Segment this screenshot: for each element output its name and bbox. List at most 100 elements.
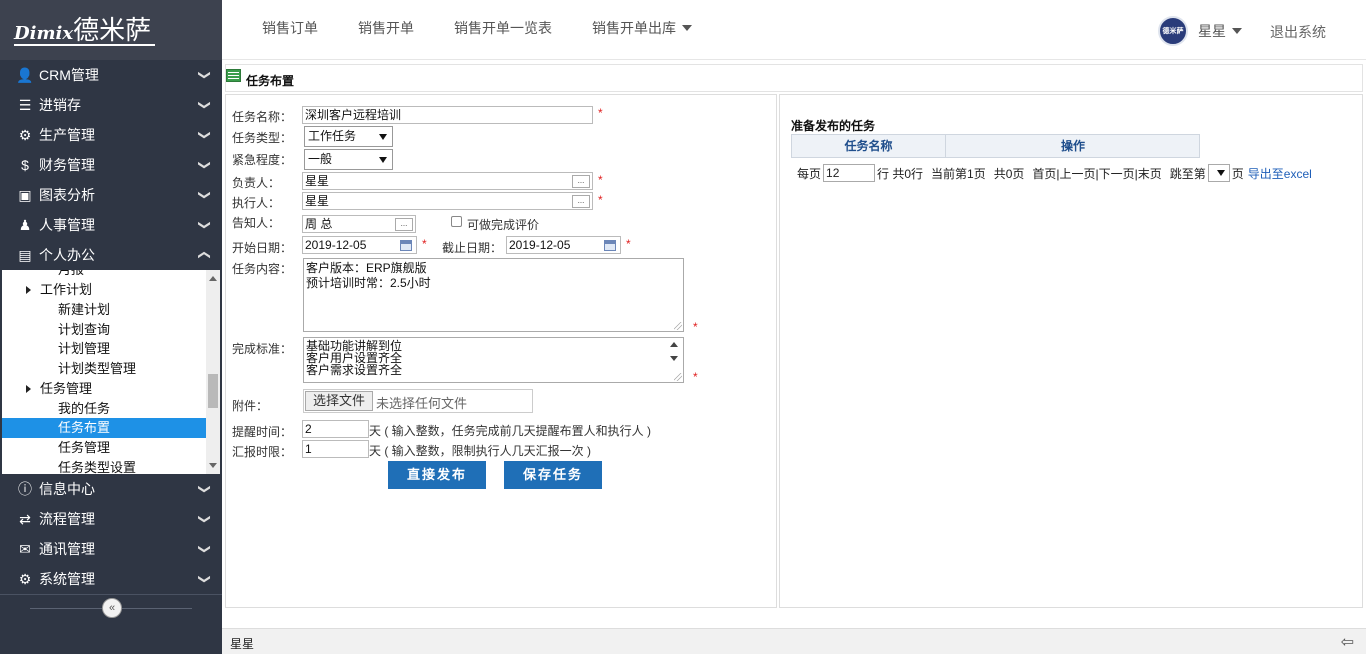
submenu-group-task-manage[interactable]: 任务管理: [2, 379, 206, 399]
caret-right-icon: [26, 286, 31, 294]
remind-label: 提醒时间：: [232, 425, 293, 439]
comments-icon: ✉: [19, 541, 31, 557]
per-page-label: 每页: [797, 166, 822, 181]
exchange-icon: ⇄: [19, 511, 31, 527]
page-title: 任务布置: [246, 74, 295, 88]
submenu-item-new-plan[interactable]: 新建计划: [2, 300, 206, 320]
avatar: 德米萨: [1158, 16, 1188, 46]
notify-input[interactable]: 周 总...: [302, 215, 416, 233]
calendar-icon[interactable]: [604, 240, 616, 251]
choose-file-button[interactable]: 选择文件: [305, 391, 374, 411]
resize-grip-icon[interactable]: [674, 373, 682, 381]
sidebar-item-workflow[interactable]: ⇄ 流程管理 ❯: [0, 504, 222, 534]
submenu-item-monthly[interactable]: 月报: [2, 270, 206, 280]
collapse-sidebar-button[interactable]: «: [102, 598, 122, 618]
picture-icon: ▣: [18, 187, 32, 203]
remind-input[interactable]: 2: [302, 420, 369, 438]
sidebar-item-finance[interactable]: $ 财务管理 ❯: [0, 150, 222, 180]
nav-sales-invoice[interactable]: 销售开单: [338, 0, 434, 58]
sidebar-item-system[interactable]: ⚙ 系统管理 ❯: [0, 564, 222, 594]
submenu-panel: 月报 工作计划 新建计划 计划查询 计划管理 计划类型管理 任务管理 我的任务 …: [2, 270, 220, 474]
sidebar-item-inventory[interactable]: ☰ 进销存 ❯: [0, 90, 222, 120]
save-task-button[interactable]: 保存任务: [504, 461, 602, 489]
task-type-select[interactable]: 工作任务: [304, 126, 393, 147]
submenu-item-plan-type[interactable]: 计划类型管理: [2, 359, 206, 379]
sidebar-item-charts[interactable]: ▣ 图表分析 ❯: [0, 180, 222, 210]
col-task-name[interactable]: 任务名称: [792, 135, 946, 157]
content-textarea[interactable]: 客户版本：ERP旗舰版 预计培训时常：2.5小时: [303, 258, 684, 332]
submenu-item-my-tasks[interactable]: 我的任务: [2, 399, 206, 419]
dollar-icon: $: [21, 157, 29, 173]
standard-textarea[interactable]: 基础功能讲解到位 客户用户设置齐全 客户需求设置齐全: [303, 337, 684, 383]
end-date-input[interactable]: 2019-12-05: [506, 236, 621, 254]
sidebar-collapse-bar: «: [0, 594, 222, 622]
required-mark: *: [693, 320, 698, 334]
current-page-text: 当前第1页: [931, 166, 986, 181]
urgency-select[interactable]: 一般: [304, 149, 393, 170]
dropdown-arrow-icon: [379, 134, 387, 140]
file-input[interactable]: 选择文件 未选择任何文件: [303, 389, 533, 413]
report-label: 汇报时限：: [232, 445, 293, 459]
user-menu[interactable]: 德米萨 星星: [1158, 16, 1242, 46]
scroll-up-icon[interactable]: [670, 342, 678, 347]
submenu-scrollbar[interactable]: [206, 270, 220, 474]
owner-label: 负责人：: [232, 176, 281, 190]
executor-label: 执行人：: [232, 196, 281, 210]
chevrons-up-icon: ❮: [197, 249, 212, 261]
urgency-label: 紧急程度：: [232, 153, 293, 167]
nav-sales-outbound[interactable]: 销售开单出库: [572, 0, 712, 58]
picker-button[interactable]: ...: [572, 195, 590, 208]
sidebar-item-production[interactable]: ⚙ 生产管理 ❯: [0, 120, 222, 150]
export-excel-link[interactable]: 导出至excel: [1248, 165, 1312, 182]
publish-button[interactable]: 直接发布: [388, 461, 486, 489]
users-icon: ♟: [18, 217, 32, 233]
nav-sales-order[interactable]: 销售订单: [222, 0, 338, 58]
scroll-down-icon[interactable]: [670, 356, 678, 361]
submenu-item-plan-manage[interactable]: 计划管理: [2, 339, 206, 359]
required-mark: *: [626, 237, 631, 251]
required-mark: *: [598, 106, 603, 120]
jump-label: 跳至第: [1169, 166, 1206, 181]
logo-cn: 德米萨: [73, 16, 152, 46]
chevrons-down-icon: ❯: [197, 69, 212, 81]
scroll-thumb[interactable]: [208, 374, 218, 408]
submenu-item-task-manage[interactable]: 任务管理: [2, 438, 206, 458]
chevrons-down-icon: ❯: [197, 483, 212, 495]
logout-link[interactable]: 退出系统: [1270, 22, 1326, 42]
pending-table-header: 任务名称 操作: [791, 134, 1200, 158]
calendar-icon[interactable]: [400, 240, 412, 251]
sidebar-item-hr[interactable]: ♟ 人事管理 ❯: [0, 210, 222, 240]
picker-button[interactable]: ...: [572, 175, 590, 188]
sidebar-item-crm[interactable]: 👤 CRM管理 ❯: [0, 60, 222, 90]
standard-label: 完成标准：: [232, 342, 293, 356]
nav-sales-invoice-list[interactable]: 销售开单一览表: [434, 0, 572, 58]
col-ops[interactable]: 操作: [947, 135, 1199, 157]
footer-user: 星星: [230, 637, 255, 651]
submenu-item-task-assign[interactable]: 任务布置: [2, 418, 206, 438]
rows-text: 行 共0行: [877, 166, 924, 181]
scroll-down-icon[interactable]: [209, 463, 217, 468]
owner-input[interactable]: 星星...: [302, 172, 593, 190]
evaluate-checkbox[interactable]: [451, 216, 462, 227]
page-nav-links[interactable]: 首页|上一页|下一页|末页: [1032, 165, 1161, 182]
sidebar-item-personal[interactable]: ▤ 个人办公 ❮: [0, 240, 222, 270]
file-status: 未选择任何文件: [376, 396, 468, 411]
submenu-group-work-plan[interactable]: 工作计划: [2, 280, 206, 300]
chevrons-down-icon: ❯: [197, 159, 212, 171]
jump-page-select[interactable]: [1207, 164, 1230, 182]
executor-input[interactable]: 星星...: [302, 192, 593, 210]
scroll-up-icon[interactable]: [209, 276, 217, 281]
per-page-input[interactable]: 12: [823, 164, 876, 182]
submenu-item-task-type[interactable]: 任务类型设置: [2, 458, 206, 474]
report-input[interactable]: 1: [302, 440, 369, 458]
start-date-input[interactable]: 2019-12-05: [302, 236, 417, 254]
task-name-input[interactable]: 深圳客户远程培训: [302, 106, 593, 124]
exit-icon[interactable]: ⇦: [1341, 632, 1354, 652]
resize-grip-icon[interactable]: [674, 322, 682, 330]
submenu-item-plan-query[interactable]: 计划查询: [2, 320, 206, 340]
top-nav: 销售订单 销售开单 销售开单一览表 销售开单出库: [222, 0, 712, 58]
picker-button[interactable]: ...: [395, 218, 413, 231]
sidebar-item-info[interactable]: ⓘ 信息中心 ❯: [0, 474, 222, 504]
sidebar-item-comms[interactable]: ✉ 通讯管理 ❯: [0, 534, 222, 564]
user-name: 星星: [1198, 23, 1226, 39]
